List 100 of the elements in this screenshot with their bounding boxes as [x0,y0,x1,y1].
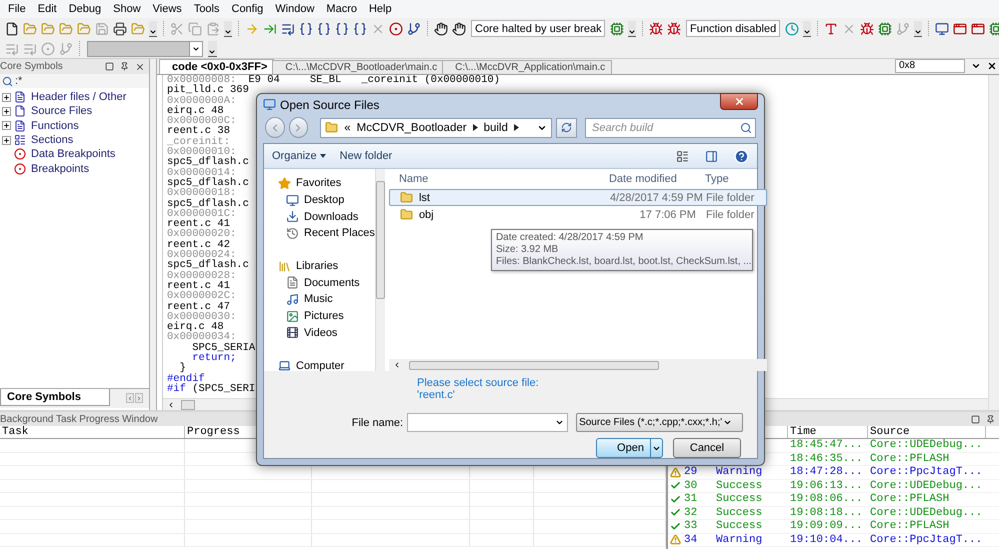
scrollbar-thumb[interactable] [181,400,195,410]
overflow-chevron-icon[interactable] [208,40,217,56]
menu-item[interactable]: Macro [322,3,365,15]
menu-item[interactable]: Help [364,3,400,15]
panel-tab[interactable]: Core Symbols [0,389,110,406]
hand-icon[interactable] [452,22,466,36]
bug-icon[interactable] [860,22,874,36]
window-icon[interactable] [953,22,968,36]
braces-icon[interactable] [317,22,331,36]
file-row[interactable]: obj 17 7:06 PM File folder [388,206,767,223]
window-icon[interactable] [971,22,986,36]
overflow-chevron-icon[interactable] [224,20,232,36]
expand-icon[interactable] [2,106,11,116]
search-icon[interactable] [740,122,752,134]
tree-item[interactable]: Breakpoints [0,161,149,176]
chip-icon[interactable] [878,22,892,36]
overflow-chevron-icon[interactable] [149,20,157,36]
menu-item[interactable]: Config [228,3,272,15]
expand-icon[interactable] [2,121,11,130]
view-options-icon[interactable] [676,150,689,162]
cancel-button[interactable]: Cancel [673,438,741,458]
menu-item[interactable]: Show [109,3,149,15]
expand-icon[interactable] [2,136,11,145]
navigation-item[interactable]: Desktop [264,192,375,208]
navigation-item[interactable]: Videos [264,324,375,342]
address-field[interactable]: 0x8 [895,59,965,73]
pin-icon[interactable] [120,62,129,71]
bug-icon[interactable] [667,22,681,36]
scroll-left-button[interactable] [126,393,134,403]
bug-icon[interactable] [649,22,663,36]
menu-item[interactable]: Views [148,3,190,15]
navigation-item[interactable]: Computer [264,357,375,374]
menu-item[interactable]: Tools [190,3,228,15]
command-button[interactable]: New folder [340,150,392,162]
forward-button[interactable] [288,117,308,138]
navigation-item[interactable]: Favorites [264,175,375,192]
close-icon[interactable] [135,62,145,72]
editor-tab[interactable]: code <0x0-0x3FF> [159,59,274,74]
scrollbar-thumb[interactable] [408,360,659,370]
menu-item[interactable]: Edit [34,3,65,15]
preview-pane-icon[interactable] [705,150,718,162]
tree-item[interactable]: Functions [0,118,149,133]
file-icon[interactable] [5,22,19,36]
open-button[interactable]: Open [596,438,663,458]
column-header[interactable]: Type [694,173,765,185]
help-icon[interactable] [734,148,749,164]
menu-item[interactable]: Window [271,3,322,15]
breadcrumb-arrow-icon[interactable] [472,124,478,132]
menu-item[interactable]: Debug [64,3,110,15]
file-name-field[interactable] [407,413,568,432]
column-header[interactable]: Name [388,173,599,185]
record-icon[interactable] [389,22,403,36]
dropdown-icon[interactable] [555,418,564,427]
scrollbar[interactable] [988,75,999,410]
expand-icon[interactable] [2,92,11,102]
column-header[interactable]: Date modified [598,173,695,185]
navigation-item[interactable]: Music [264,291,375,308]
close-icon[interactable] [987,61,997,71]
scrollbar[interactable] [388,359,767,371]
branch-icon[interactable] [407,22,421,36]
file-type-select[interactable]: Source Files (*.c;*.cpp;*.cxx;*.h;' [576,413,744,432]
navigation-item[interactable]: Recent Places [264,225,375,242]
chip-icon[interactable] [989,22,999,36]
navigation-item[interactable]: Documents [264,274,375,292]
marker-icon[interactable] [263,22,277,36]
scrollbar[interactable] [374,169,385,371]
hand-icon[interactable] [434,22,448,36]
navigation-item[interactable]: Libraries [264,258,375,274]
overflow-chevron-icon[interactable] [628,20,636,36]
refresh-button[interactable] [556,118,577,138]
braces-icon[interactable] [353,22,367,36]
back-button[interactable] [265,117,285,138]
menu-item[interactable]: File [4,3,34,15]
file-row[interactable]: lst 4/28/2017 4:59 PM File folder [388,189,767,206]
navigation-item[interactable]: Pictures [264,308,375,324]
tree-item[interactable]: Sections [0,132,149,148]
scroll-right-button[interactable] [135,393,143,403]
braces-icon[interactable] [335,22,349,36]
printer-icon[interactable] [113,22,127,36]
monitor-icon[interactable] [935,22,950,36]
command-button[interactable]: Organize [272,150,326,162]
editor-tab[interactable]: C:\...\MccDVR_Application\main.c [442,60,612,74]
breadcrumb-arrow-icon[interactable] [514,124,519,132]
close-button[interactable] [720,93,758,110]
restore-icon[interactable] [105,62,114,71]
text-icon[interactable] [824,22,838,36]
tree-item[interactable]: Header files / Other [0,90,149,104]
tree-item[interactable]: Data Breakpoints [0,147,149,162]
navigation-item[interactable]: Downloads [264,208,375,226]
pin-icon[interactable] [986,414,995,424]
address-bar[interactable]: « McCDVR_Bootloader build [320,118,552,138]
dropdown-icon[interactable] [971,61,981,71]
overflow-chevron-icon[interactable] [914,20,922,36]
scroll-left-icon[interactable] [167,400,175,408]
scrollbar-thumb[interactable] [376,181,385,299]
chip-icon[interactable] [610,22,624,36]
braces-icon[interactable] [299,22,313,36]
editor-tab[interactable]: C:\...\McCDVR_Bootloader\main.c [272,60,444,74]
restore-icon[interactable] [971,414,980,424]
overflow-chevron-icon[interactable] [803,20,812,36]
